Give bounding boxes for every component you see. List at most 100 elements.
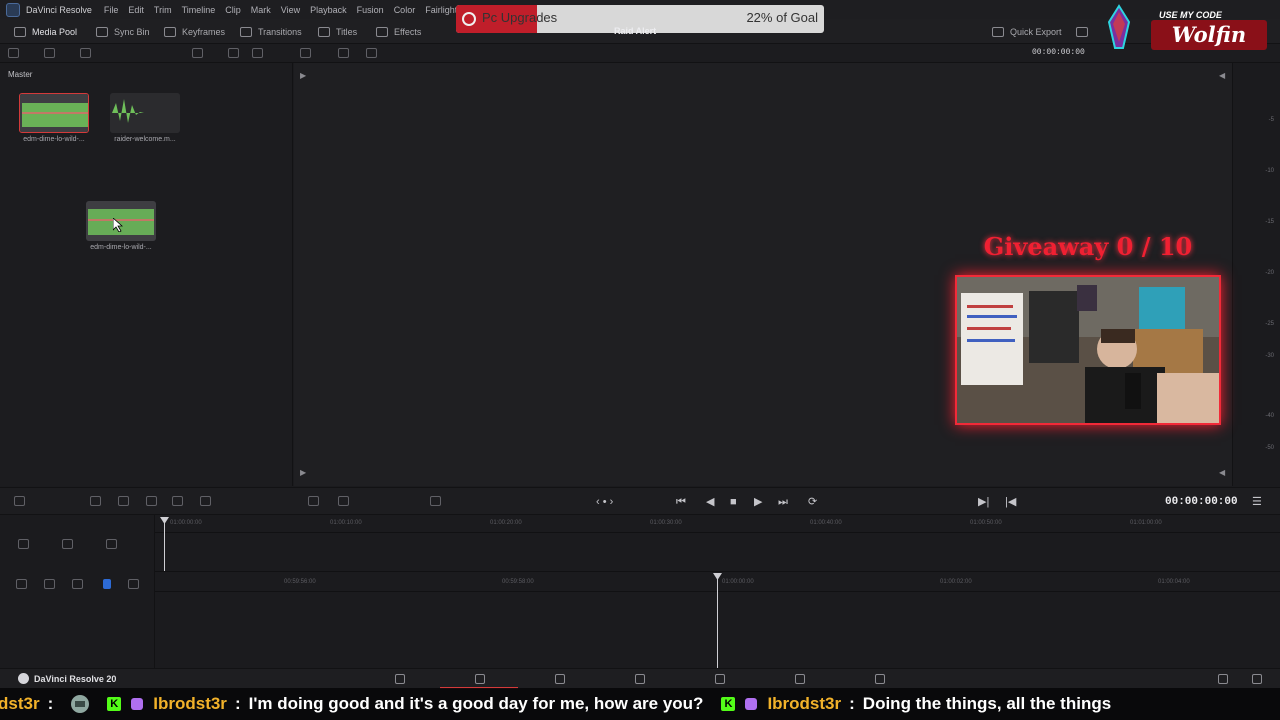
insert-clip-icon[interactable] [172,496,183,506]
play-icon[interactable]: ▶ [754,496,762,508]
loop-icon[interactable]: ⟳ [808,496,817,508]
ruler-timecode: 00:59:56:00 [284,579,316,585]
media-clip[interactable]: raider-welcome.m... [110,93,180,143]
menu-playback[interactable]: Playback [310,5,347,15]
panel-toggle-icon[interactable] [8,48,19,58]
transitions-button[interactable]: Transitions [240,24,302,40]
quick-export-button[interactable]: Quick Export [992,24,1062,40]
bin-label[interactable]: Master [8,70,32,79]
ruler-timecode: 01:00:40:00 [810,520,842,526]
link-icon[interactable] [80,48,91,58]
grid-view-icon[interactable] [192,48,203,58]
visibility-icon[interactable] [128,579,139,589]
edit-page-icon[interactable] [555,674,565,684]
skip-to-start-icon[interactable]: ⏮ [676,496,686,508]
menu-view[interactable]: View [281,5,300,15]
collapse-bottom-right-icon[interactable]: ◀︎ [1219,468,1225,477]
titles-button[interactable]: Titles [318,24,357,40]
collapse-right-icon[interactable]: ◀︎ [1219,71,1225,80]
app-title: DaVinci Resolve [26,4,92,15]
mixer-icon[interactable] [308,496,319,506]
collapse-bottom-left-icon[interactable]: ▶︎ [300,468,306,477]
mark-out-icon[interactable]: |◀ [1005,496,1016,508]
menu-clip[interactable]: Clip [225,5,241,15]
audio-meters: -5 -10 -15 -20 -25 -30 -40 -50 [1232,63,1280,486]
lower-playhead[interactable] [717,575,718,668]
inspector-icon [1076,27,1088,37]
menu-icon[interactable]: ☰ [1252,496,1262,508]
fairlight-page-icon[interactable] [795,674,805,684]
lower-playhead-handle[interactable] [713,573,722,580]
timeline-panel[interactable]: 01:00:00:00 01:00:10:00 01:00:20:00 01:0… [0,515,1280,668]
upper-playhead[interactable] [164,517,165,571]
track-zoom-icon[interactable] [62,539,73,549]
view-mode-icon[interactable] [300,48,311,58]
menu-file[interactable]: File [104,5,119,15]
quick-export-label: Quick Export [1010,27,1062,37]
skip-to-end-icon[interactable]: ⏭ [778,496,788,508]
track-settings-icon[interactable] [18,539,29,549]
ruler-timecode: 01:00:02:00 [940,579,972,585]
ruler-timecode: 00:59:58:00 [502,579,534,585]
clip-name: raider-welcome.m... [114,136,176,143]
kick-badge-icon: K [721,697,736,711]
track-divider [155,571,1280,572]
menu-trim[interactable]: Trim [154,5,172,15]
trim-tool-icon[interactable] [90,496,101,506]
effects-button[interactable]: Effects [376,24,421,40]
upper-playhead-handle[interactable] [160,517,169,524]
bin-icon[interactable] [44,48,55,58]
media-pool-button[interactable]: Media Pool [14,24,77,40]
menu-mark[interactable]: Mark [251,5,271,15]
subscriber-badge-icon [131,698,144,710]
audio-icon[interactable] [338,496,349,506]
link-icon[interactable] [72,579,83,589]
code-prefix: USE MY CODE [1159,10,1222,20]
deliver-page-icon[interactable] [875,674,885,684]
keyframes-button[interactable]: Keyframes [164,24,225,40]
menu-color[interactable]: Color [394,5,416,15]
kick-badge-icon: K [107,697,122,711]
sync-bin-button[interactable]: Sync Bin [96,24,150,40]
jog-icon[interactable]: ‹ • › [596,496,613,508]
home-icon[interactable] [1218,674,1228,684]
settings-gear-icon[interactable] [1252,674,1262,684]
media-pool-subbar: 00:00:00:00 [0,44,1280,63]
inspector-button[interactable] [1076,24,1088,40]
reverse-play-icon[interactable]: ◀ [706,496,714,508]
menu-edit[interactable]: Edit [128,5,144,15]
menu-fairlight[interactable]: Fairlight [425,5,457,15]
cut-page-icon[interactable] [475,674,485,684]
code-name: Wolfin [1151,20,1267,50]
record-timecode: 00:00:00:00 [1165,496,1238,508]
sort-icon[interactable] [252,48,263,58]
search-icon[interactable] [228,48,239,58]
media-page-icon[interactable] [395,674,405,684]
fusion-page-icon[interactable] [635,674,645,684]
menu-fusion[interactable]: Fusion [357,5,384,15]
clip-name: edm-dime-lo-wild-... [90,244,152,251]
track-view-icon[interactable] [106,539,117,549]
blade-tool-icon[interactable] [118,496,129,506]
goal-heart-icon [462,12,476,26]
robot-emote-icon [71,695,90,713]
titles-label: Titles [336,27,358,37]
media-clip[interactable]: edm-dime-lo-wild-... [19,93,89,143]
menu-timeline[interactable]: Timeline [182,5,216,15]
marker-icon[interactable] [103,579,111,589]
clip-thumbnail [110,93,180,133]
camera-icon[interactable] [16,579,27,589]
timeline-options-icon[interactable] [14,496,25,506]
zoom-icon[interactable] [366,48,377,58]
snap-icon[interactable] [146,496,157,506]
audio-wave-icon[interactable] [44,579,55,589]
fullscreen-icon[interactable] [430,496,441,506]
mark-in-icon[interactable]: ▶| [978,496,989,508]
ruler-timecode: 01:00:20:00 [490,520,522,526]
source-timecode: 00:00:00:00 [1032,48,1085,57]
safe-area-icon[interactable] [338,48,349,58]
collapse-left-icon[interactable]: ▶︎ [300,71,306,80]
stop-icon[interactable]: ■ [730,496,737,508]
color-page-icon[interactable] [715,674,725,684]
overwrite-clip-icon[interactable] [200,496,211,506]
